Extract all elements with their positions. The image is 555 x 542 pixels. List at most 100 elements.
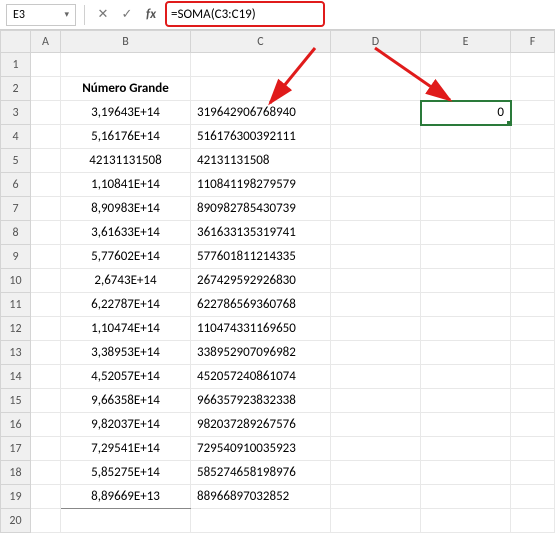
cell[interactable]	[511, 221, 555, 245]
cell[interactable]: 1,10841E+14	[61, 173, 191, 197]
cell[interactable]	[421, 197, 511, 221]
cell[interactable]: 2,6743E+14	[61, 269, 191, 293]
row-header[interactable]: 3	[1, 101, 31, 125]
cell[interactable]	[31, 101, 61, 125]
cell[interactable]	[331, 461, 421, 485]
row-header[interactable]: 18	[1, 461, 31, 485]
cell[interactable]: 982037289267576	[191, 413, 331, 437]
row-header[interactable]: 7	[1, 197, 31, 221]
col-header-A[interactable]: A	[31, 31, 61, 53]
chevron-down-icon[interactable]: ▾	[64, 9, 69, 20]
cell[interactable]	[511, 509, 555, 533]
cell[interactable]	[511, 77, 555, 101]
cell[interactable]	[511, 245, 555, 269]
cell[interactable]	[421, 485, 511, 509]
name-box[interactable]: E3 ▾	[6, 4, 76, 26]
cell[interactable]	[331, 197, 421, 221]
cell[interactable]: 6,22787E+14	[61, 293, 191, 317]
cell[interactable]	[421, 53, 511, 77]
cell[interactable]: 9,82037E+14	[61, 413, 191, 437]
row-header[interactable]: 4	[1, 125, 31, 149]
cell[interactable]	[511, 53, 555, 77]
cell[interactable]: 8,90983E+14	[61, 197, 191, 221]
formula-input[interactable]: =SOMA(C3:C19)	[165, 4, 549, 26]
cell[interactable]	[511, 437, 555, 461]
cell[interactable]	[31, 461, 61, 485]
cell[interactable]	[421, 77, 511, 101]
cell[interactable]	[331, 509, 421, 533]
cell[interactable]: 585274658198976	[191, 461, 331, 485]
cell[interactable]: 5,85275E+14	[61, 461, 191, 485]
cell[interactable]	[511, 341, 555, 365]
cell[interactable]: 3,61633E+14	[61, 221, 191, 245]
cell[interactable]	[511, 413, 555, 437]
cell[interactable]	[31, 389, 61, 413]
cell[interactable]: 8,89669E+13	[61, 485, 191, 509]
row-header[interactable]: 14	[1, 365, 31, 389]
cell[interactable]: 516176300392111	[191, 125, 331, 149]
cell[interactable]	[331, 125, 421, 149]
row-header[interactable]: 16	[1, 413, 31, 437]
row-header[interactable]: 5	[1, 149, 31, 173]
cell[interactable]: 361633135319741	[191, 221, 331, 245]
row-header[interactable]: 15	[1, 389, 31, 413]
cell[interactable]: 88966897032852	[191, 485, 331, 509]
cell[interactable]: 966357923832338	[191, 389, 331, 413]
cell[interactable]	[511, 173, 555, 197]
row-header[interactable]: 20	[1, 509, 31, 533]
cell[interactable]	[511, 389, 555, 413]
col-header-E[interactable]: E	[421, 31, 511, 53]
cell[interactable]	[331, 245, 421, 269]
row-header[interactable]: 19	[1, 485, 31, 509]
cell[interactable]: 42131131508	[61, 149, 191, 173]
cell[interactable]	[31, 437, 61, 461]
cell[interactable]: 452057240861074	[191, 365, 331, 389]
cell[interactable]	[61, 509, 191, 533]
cell[interactable]	[331, 269, 421, 293]
cell[interactable]	[31, 341, 61, 365]
cell[interactable]	[421, 149, 511, 173]
cell[interactable]: 729540910035923	[191, 437, 331, 461]
cell[interactable]: Número Grande	[61, 77, 191, 101]
cell[interactable]	[421, 293, 511, 317]
cell[interactable]: 5,16176E+14	[61, 125, 191, 149]
row-header[interactable]: 2	[1, 77, 31, 101]
cell[interactable]	[31, 221, 61, 245]
cell[interactable]	[331, 413, 421, 437]
cell[interactable]	[511, 149, 555, 173]
cell[interactable]: 1,10474E+14	[61, 317, 191, 341]
select-all-corner[interactable]	[1, 31, 31, 53]
cell[interactable]	[31, 53, 61, 77]
cell[interactable]: 42131131508	[191, 149, 331, 173]
cell[interactable]: 110841198279579	[191, 173, 331, 197]
cell[interactable]	[31, 317, 61, 341]
cell[interactable]	[421, 365, 511, 389]
cell[interactable]: 4,52057E+14	[61, 365, 191, 389]
cell[interactable]: 3,38953E+14	[61, 341, 191, 365]
cell[interactable]	[421, 317, 511, 341]
cell[interactable]	[421, 269, 511, 293]
cell[interactable]: 622786569360768	[191, 293, 331, 317]
cell[interactable]	[31, 125, 61, 149]
col-header-F[interactable]: F	[511, 31, 555, 53]
cell[interactable]	[511, 293, 555, 317]
cell[interactable]	[61, 53, 191, 77]
col-header-C[interactable]: C	[191, 31, 331, 53]
cell[interactable]	[191, 77, 331, 101]
cell[interactable]	[511, 101, 555, 125]
row-header[interactable]: 17	[1, 437, 31, 461]
cell[interactable]	[421, 173, 511, 197]
cell[interactable]: 890982785430739	[191, 197, 331, 221]
cell[interactable]: 577601811214335	[191, 245, 331, 269]
cell[interactable]: 7,29541E+14	[61, 437, 191, 461]
cell[interactable]	[511, 317, 555, 341]
cell[interactable]	[421, 437, 511, 461]
cell[interactable]	[31, 413, 61, 437]
cell[interactable]	[331, 173, 421, 197]
row-header[interactable]: 1	[1, 53, 31, 77]
cell[interactable]	[331, 437, 421, 461]
row-header[interactable]: 12	[1, 317, 31, 341]
fx-icon[interactable]: fx	[141, 5, 161, 25]
cell[interactable]	[31, 293, 61, 317]
cell[interactable]	[511, 461, 555, 485]
